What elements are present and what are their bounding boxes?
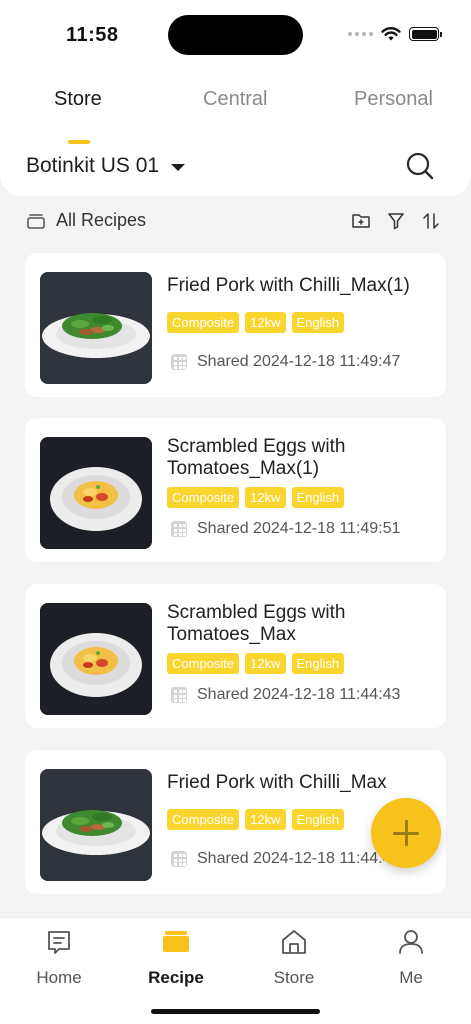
recipe-image-fried-pork [40, 769, 152, 881]
nav-recipe[interactable]: Recipe [126, 928, 226, 988]
tag-badge: 12kw [245, 487, 286, 508]
recipe-tags: Composite 12kw English [167, 312, 345, 333]
home-indicator [151, 1009, 320, 1014]
recipe-tags: Composite 12kw English [167, 653, 345, 674]
tag-badge: English [291, 653, 345, 674]
nav-label: Home [36, 968, 82, 987]
recipe-card[interactable]: Scrambled Eggs with Tomatoes_Max Composi… [25, 584, 446, 728]
dynamic-island [168, 15, 303, 55]
recipe-title: Scrambled Eggs with Tomatoes_Max(1) [167, 436, 346, 479]
grid-icon [171, 851, 187, 867]
tag-badge: English [291, 312, 345, 333]
add-recipe-button[interactable] [371, 798, 441, 868]
recipe-toolbar: All Recipes [0, 206, 471, 240]
active-tab-indicator [68, 140, 90, 144]
recipe-image-scrambled-eggs [40, 603, 152, 715]
tag-badge: Composite [167, 809, 240, 830]
shared-info: Shared 2024-12-18 11:44:43 [171, 850, 400, 868]
recipe-image-scrambled-eggs [40, 437, 152, 549]
status-time: 11:58 [66, 24, 119, 46]
signal-icon [348, 32, 373, 36]
shared-info: Shared 2024-12-18 11:44:43 [171, 686, 400, 704]
shared-info: Shared 2024-12-18 11:49:51 [171, 520, 400, 538]
home-icon [48, 931, 70, 954]
recipe-tags: Composite 12kw English [167, 487, 345, 508]
shared-timestamp: Shared 2024-12-18 11:44:43 [197, 850, 401, 867]
tab-store[interactable]: Store [54, 88, 102, 111]
shared-timestamp: Shared 2024-12-18 11:44:43 [197, 686, 401, 703]
grid-icon [171, 521, 187, 537]
shared-timestamp: Shared 2024-12-18 11:49:51 [197, 520, 401, 537]
tag-badge: English [291, 487, 345, 508]
status-icons [348, 26, 442, 42]
grid-icon [171, 354, 187, 370]
recipe-card[interactable]: Scrambled Eggs with Tomatoes_Max(1) Comp… [25, 418, 446, 562]
store-icon [282, 930, 306, 954]
status-bar: 11:58 [0, 0, 471, 70]
search-icon[interactable] [404, 150, 436, 182]
nav-label: Me [399, 968, 423, 987]
person-icon [399, 930, 423, 954]
recipe-tags: Composite 12kw English [167, 809, 345, 830]
tag-badge: Composite [167, 487, 240, 508]
tag-badge: 12kw [245, 312, 286, 333]
bottom-nav: Home Recipe Store Me [0, 917, 471, 1024]
nav-home[interactable]: Home [9, 928, 109, 988]
shared-info: Shared 2024-12-18 11:49:47 [171, 353, 400, 371]
shared-timestamp: Shared 2024-12-18 11:49:47 [197, 353, 401, 370]
store-selector[interactable]: Botinkit US 01 [26, 154, 186, 178]
filter-icon[interactable] [386, 211, 406, 231]
caret-down-icon [171, 163, 186, 171]
recipe-title: Fried Pork with Chilli_Max [167, 772, 387, 793]
grid-icon [171, 687, 187, 703]
tab-bar: Store Central Personal [0, 88, 471, 144]
tag-badge: 12kw [245, 653, 286, 674]
recipe-image-fried-pork [40, 272, 152, 384]
tag-badge: Composite [167, 312, 240, 333]
store-name: Botinkit US 01 [26, 154, 160, 177]
add-folder-icon[interactable] [351, 211, 371, 231]
tab-central[interactable]: Central [203, 88, 267, 111]
recipe-card[interactable]: Fried Pork with Chilli_Max(1) Composite … [25, 253, 446, 397]
tag-badge: English [291, 809, 345, 830]
wifi-icon [381, 27, 401, 41]
stack-icon [27, 213, 45, 229]
battery-icon [409, 27, 442, 41]
nav-label: Store [273, 968, 315, 987]
header: Store Central Personal Botinkit US 01 [0, 70, 471, 196]
tab-personal[interactable]: Personal [354, 88, 433, 111]
all-recipes-label: All Recipes [56, 210, 147, 230]
tag-badge: 12kw [245, 809, 286, 830]
recipe-icon [163, 931, 189, 952]
nav-me[interactable]: Me [361, 928, 461, 988]
sort-icon[interactable] [421, 211, 441, 231]
all-recipes-selector[interactable]: All Recipes [26, 210, 146, 231]
tag-badge: Composite [167, 653, 240, 674]
recipe-title: Fried Pork with Chilli_Max(1) [167, 275, 410, 296]
nav-store[interactable]: Store [244, 928, 344, 988]
recipe-title: Scrambled Eggs with Tomatoes_Max [167, 602, 346, 645]
nav-label: Recipe [148, 968, 204, 987]
